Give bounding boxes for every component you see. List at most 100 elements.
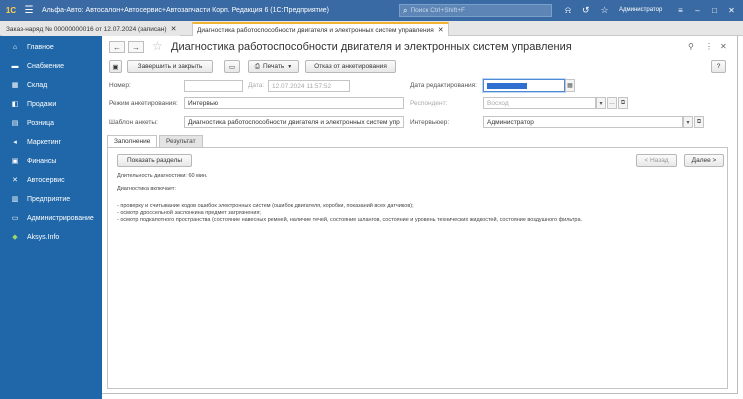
respondent-field[interactable]: Восход <box>483 97 596 109</box>
sidebar-item-sales[interactable]: ◧ Продажи <box>0 95 102 113</box>
history-icon[interactable]: ↺ <box>582 5 590 16</box>
interviewer-field[interactable]: Администратор <box>483 116 683 128</box>
respondent-label: Респондент: <box>410 100 448 107</box>
forward-arrow-icon[interactable]: → <box>128 41 144 53</box>
sidebar-item-label: Маркетинг <box>27 138 62 146</box>
window-controls: ≡ – □ ✕ <box>672 0 740 21</box>
template-label: Шаблон анкеты: <box>109 119 158 126</box>
search-placeholder: Поиск Ctrl+Shift+F <box>410 7 465 14</box>
home-icon: ⌂ <box>12 43 18 51</box>
sidebar-item-administration[interactable]: ▭ Администрирование <box>0 209 102 227</box>
help-button[interactable]: ? <box>711 60 726 73</box>
number-field[interactable] <box>184 80 243 92</box>
tab-diagnostics[interactable]: Диагностика работоспособности двигателя … <box>192 22 449 36</box>
sidebar-item-label: Финансы <box>27 157 57 165</box>
template-field[interactable]: Диагностика работоспособности двигателя … <box>184 116 404 128</box>
number-label: Номер: <box>109 82 131 89</box>
app-title: Альфа-Авто: Автосалон+Автосервис+Автозап… <box>42 7 329 14</box>
open-link-icon[interactable]: ⧉ <box>618 97 628 109</box>
close-window-icon[interactable]: ✕ <box>723 6 740 15</box>
printer-icon: ⎙ <box>254 62 260 70</box>
edit-date-label: Дата редактирования: <box>410 82 477 89</box>
search-input[interactable]: ⌕ Поиск Ctrl+Shift+F <box>399 4 552 17</box>
mode-label: Режим анкетирования: <box>109 100 178 107</box>
sidebar-item-label: Продажи <box>27 100 57 108</box>
open-windows-tabs: Заказ-наряд № 00000000016 от 12.07.2024 … <box>0 21 743 36</box>
tab-label: Диагностика работоспособности двигателя … <box>197 26 434 34</box>
print-button[interactable]: ⎙ Печать ▼ <box>248 60 299 73</box>
date-label: Дата: <box>248 82 265 89</box>
sidebar-item-label: Снабжение <box>27 62 64 70</box>
list-item: - осмотр дроссельной заслонкина предмет … <box>117 210 261 216</box>
mode-field[interactable]: Интервью <box>184 97 404 109</box>
settings-menu-icon[interactable]: ≡ <box>672 6 689 15</box>
minimize-icon[interactable]: – <box>689 6 706 15</box>
sidebar-item-label: Предприятие <box>27 195 71 203</box>
calendar-icon[interactable]: ▦ <box>565 79 575 92</box>
search-icon: ⌕ <box>403 5 408 15</box>
sidebar-item-supply[interactable]: ▬ Снабжение <box>0 57 102 75</box>
list-item: - проверку и считывание кодов ошибок эле… <box>117 203 414 209</box>
warehouse-icon: ▦ <box>11 82 19 89</box>
card-icon[interactable]: ▭ <box>224 60 240 73</box>
store-icon: ▤ <box>11 120 19 127</box>
sidebar-item-enterprise[interactable]: ▥ Предприятие <box>0 190 102 208</box>
save-icon[interactable]: ▣ <box>109 60 122 73</box>
cart-icon: ◧ <box>11 101 19 108</box>
refuse-survey-button[interactable]: Отказ от анкетирования <box>305 60 396 73</box>
sidebar-item-aksys[interactable]: ◆ Aksys.Info <box>0 228 102 246</box>
document-form: ← → ☆ Диагностика работоспособности двиг… <box>102 36 738 394</box>
duration-text: Длительность диагностики: 60 мин. <box>117 173 208 179</box>
truck-icon: ▬ <box>11 62 19 70</box>
current-user[interactable]: Администратор <box>619 7 662 13</box>
sidebar-item-retail[interactable]: ▤ Розница <box>0 114 102 132</box>
list-item: - осмотр подкапотного пространства (сост… <box>117 217 583 223</box>
sidebar-item-label: Главное <box>27 43 54 51</box>
favorite-star-icon[interactable]: ☆ <box>152 39 163 53</box>
select-ellipsis-icon[interactable]: … <box>607 97 617 109</box>
link-icon[interactable]: ⚲ <box>688 42 694 51</box>
close-tab-icon[interactable]: ✕ <box>171 25 177 33</box>
sidebar-item-marketing[interactable]: ◂ Маркетинг <box>0 133 102 151</box>
sidebar-item-label: Склад <box>27 81 48 89</box>
admin-icon: ▭ <box>11 215 19 222</box>
edit-date-field[interactable] <box>483 79 565 92</box>
title-bar: 1С ☰ Альфа-Авто: Автосалон+Автосервис+Ав… <box>0 0 743 21</box>
chevron-down-icon[interactable]: ▾ <box>596 97 606 109</box>
app-logo: 1С <box>5 6 17 15</box>
main-menu-icon[interactable]: ☰ <box>22 0 36 21</box>
sidebar-item-label: Администрирование <box>27 214 94 222</box>
back-arrow-icon[interactable]: ← <box>109 41 125 53</box>
enterprise-icon: ▥ <box>11 196 19 203</box>
more-actions-icon[interactable]: ⋮ <box>705 42 713 51</box>
sidebar-item-warehouse[interactable]: ▦ Склад <box>0 76 102 94</box>
survey-content-panel: Показать разделы < Назад Далее > Длитель… <box>107 147 728 389</box>
finish-and-close-button[interactable]: Завершить и закрыть <box>127 60 213 73</box>
sidebar-item-label: Розница <box>27 119 55 127</box>
sidebar-item-finance[interactable]: ▣ Финансы <box>0 152 102 170</box>
wrench-icon: ✕ <box>12 177 18 184</box>
selected-text <box>487 82 527 89</box>
sidebar-item-autoservice[interactable]: ✕ Автосервис <box>0 171 102 189</box>
tab-order[interactable]: Заказ-наряд № 00000000016 от 12.07.2024 … <box>2 22 181 36</box>
bell-icon[interactable]: ⍾ <box>565 5 571 16</box>
open-link-icon[interactable]: ⧉ <box>694 116 704 128</box>
back-button[interactable]: < Назад <box>636 154 677 167</box>
tab-label: Заказ-наряд № 00000000016 от 12.07.2024 … <box>6 25 167 33</box>
favorites-star-icon[interactable]: ☆ <box>601 5 609 16</box>
aksys-icon: ◆ <box>12 234 18 241</box>
close-tab-icon[interactable]: ✕ <box>438 26 444 34</box>
chevron-down-icon: ▼ <box>287 63 293 70</box>
sidebar-item-main[interactable]: ⌂ Главное <box>0 38 102 56</box>
date-field[interactable]: 12.07.2024 11:57:52 <box>268 80 350 92</box>
chevron-down-icon[interactable]: ▾ <box>683 116 693 128</box>
close-form-icon[interactable]: ✕ <box>720 42 727 51</box>
interviewer-label: Интервьюер: <box>410 119 450 126</box>
marketing-icon: ◂ <box>13 139 17 146</box>
sidebar-item-label: Автосервис <box>27 176 65 184</box>
sidebar: ⌂ Главное ▬ Снабжение ▦ Склад ◧ Продажи ▤ Роз… <box>0 36 102 399</box>
next-button[interactable]: Далее > <box>684 154 724 167</box>
maximize-icon[interactable]: □ <box>706 6 723 15</box>
show-sections-button[interactable]: Показать разделы <box>117 154 192 167</box>
page-title: Диагностика работоспособности двигателя … <box>171 41 572 53</box>
